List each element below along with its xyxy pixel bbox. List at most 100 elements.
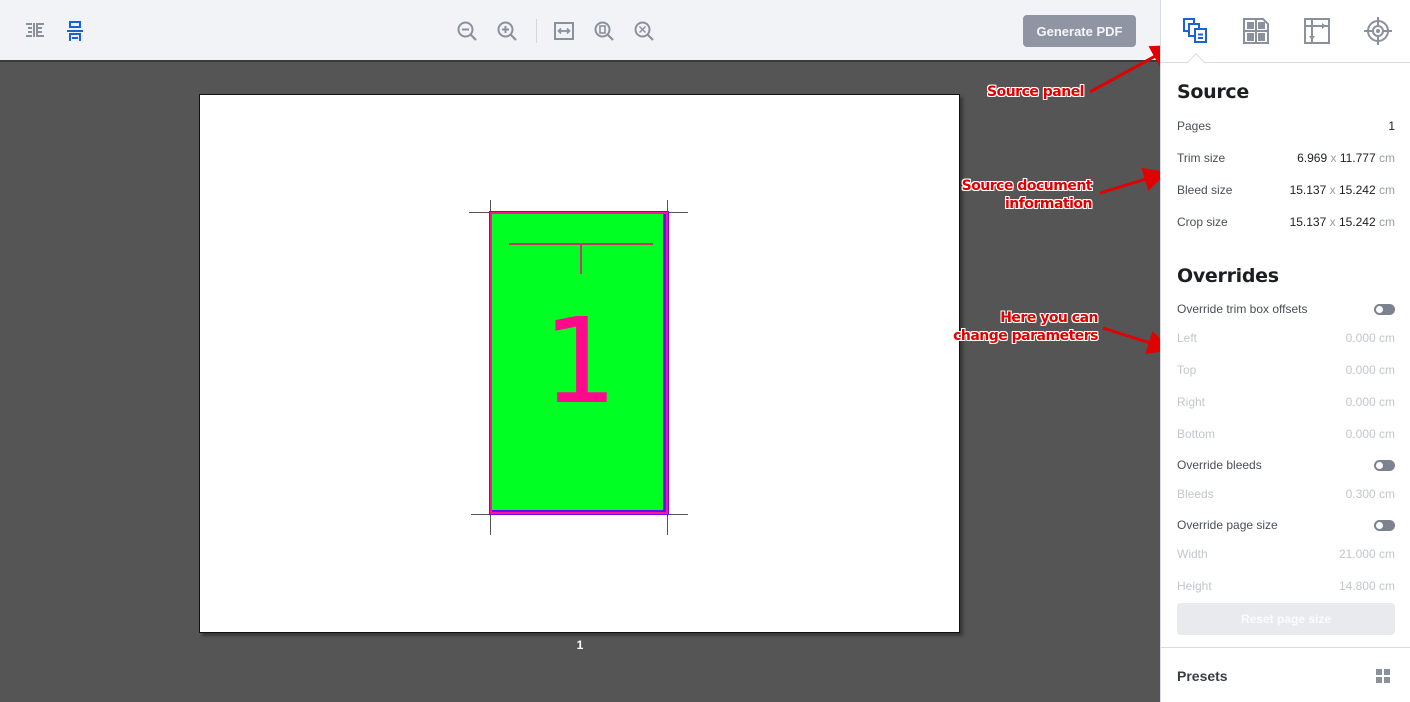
toolbar-divider	[536, 19, 537, 43]
tab-source[interactable]	[1179, 15, 1211, 47]
width-label: Width	[1177, 547, 1208, 561]
top-offset-label: Top	[1177, 363, 1197, 377]
bleed-size-row: Bleed size 15.137 x 15.242 cm	[1177, 180, 1395, 200]
crop-width: 15.137	[1289, 215, 1327, 229]
bleed-width: 15.137	[1289, 183, 1327, 197]
crop-mark	[668, 212, 688, 213]
override-trim-toggle[interactable]	[1374, 303, 1395, 315]
annotation-source-panel: Source panel	[987, 84, 1084, 100]
grid-icon	[1376, 669, 1390, 683]
preview-canvas: 1 1	[0, 62, 1160, 702]
crop-size-value: 15.137 x 15.242 cm	[1290, 215, 1395, 229]
source-page-thumbnail[interactable]: 1	[489, 211, 669, 515]
times-sign: x	[1329, 183, 1336, 197]
crop-mark	[469, 212, 489, 213]
source-pages-icon	[1183, 18, 1207, 43]
annotation-change-params: Here you can change parameters	[953, 310, 1098, 344]
tab-marks[interactable]	[1362, 15, 1394, 47]
bleed-height: 15.242	[1338, 183, 1376, 197]
bleed-size-value: 15.137 x 15.242 cm	[1290, 183, 1395, 197]
top-toolbar: Generate PDF	[0, 0, 1160, 62]
override-bleeds-label: Override bleeds	[1177, 458, 1262, 472]
fit-width-button[interactable]	[552, 19, 576, 43]
top-offset-row: Top 0.000 cm	[1177, 360, 1395, 380]
source-title: Source	[1177, 81, 1249, 103]
pages-row: Pages 1	[1177, 116, 1395, 136]
height-input[interactable]: 14.800 cm	[1339, 579, 1395, 593]
height-label: Height	[1177, 579, 1212, 593]
trim-size-label: Trim size	[1177, 151, 1226, 165]
pages-label: Pages	[1177, 119, 1212, 133]
width-row: Width 21.000 cm	[1177, 544, 1395, 564]
top-offset-input[interactable]: 0.000 cm	[1346, 363, 1395, 377]
crop-mark	[471, 514, 491, 515]
tab-page-size[interactable]	[1301, 15, 1333, 47]
tab-layout[interactable]	[1240, 15, 1272, 47]
reset-page-size-button[interactable]: Reset page size	[1177, 603, 1395, 635]
override-bleeds-row: Override bleeds	[1177, 455, 1395, 475]
bleeds-label: Bleeds	[1177, 487, 1214, 501]
page-content-number: 1	[542, 292, 618, 430]
trim-size-row: Trim size 6.969 x 11.777 cm	[1177, 148, 1395, 168]
times-sign: x	[1329, 215, 1336, 229]
t-mark-stem	[580, 243, 582, 274]
zoom-in-button[interactable]	[495, 19, 519, 43]
sheet-page: 1	[199, 94, 960, 633]
panel-divider	[1161, 647, 1410, 648]
override-trim-label: Override trim box offsets	[1177, 302, 1308, 316]
presets-label: Presets	[1177, 668, 1228, 684]
override-page-size-toggle[interactable]	[1374, 519, 1395, 531]
fit-all-button[interactable]	[632, 19, 656, 43]
override-page-size-row: Override page size	[1177, 515, 1395, 535]
bottom-offset-row: Bottom 0.000 cm	[1177, 424, 1395, 444]
side-by-side-view-icon	[26, 23, 44, 37]
crop-size-label: Crop size	[1177, 215, 1228, 229]
stacked-view-button[interactable]	[63, 19, 87, 43]
zoom-out-icon	[457, 21, 477, 41]
trim-width: 6.969	[1297, 151, 1328, 165]
left-offset-label: Left	[1177, 331, 1198, 345]
crop-size-row: Crop size 15.137 x 15.242 cm	[1177, 212, 1395, 232]
unit: cm	[1379, 215, 1395, 229]
annotation-source-info: Source document information	[961, 178, 1093, 212]
crop-mark	[668, 514, 688, 515]
layout-grid-icon	[1243, 18, 1269, 44]
right-offset-row: Right 0.000 cm	[1177, 392, 1395, 412]
width-input[interactable]: 21.000 cm	[1339, 547, 1395, 561]
bottom-offset-label: Bottom	[1177, 427, 1216, 441]
crop-mark	[490, 515, 491, 535]
pages-value: 1	[1388, 119, 1395, 133]
bottom-offset-input[interactable]: 0.000 cm	[1346, 427, 1395, 441]
zoom-out-button[interactable]	[455, 19, 479, 43]
fit-page-button[interactable]	[592, 19, 616, 43]
page-number-label: 1	[576, 638, 584, 652]
left-offset-input[interactable]: 0.000 cm	[1346, 331, 1395, 345]
height-row: Height 14.800 cm	[1177, 576, 1395, 596]
override-page-size-label: Override page size	[1177, 518, 1278, 532]
active-tab-caret	[1186, 53, 1206, 73]
presets-grid-button[interactable]	[1375, 668, 1391, 684]
generate-pdf-button[interactable]: Generate PDF	[1023, 15, 1136, 47]
trim-size-value: 6.969 x 11.777 cm	[1297, 151, 1395, 165]
fit-all-icon	[634, 21, 654, 41]
panel-tabs	[1161, 0, 1410, 73]
right-panel: Source Pages 1 Trim size 6.969 x 11.777 …	[1160, 0, 1410, 702]
crop-mark	[667, 515, 668, 535]
marks-target-icon	[1364, 17, 1392, 45]
left-offset-row: Left 0.000 cm	[1177, 328, 1395, 348]
fit-width-icon	[554, 22, 574, 40]
crop-height: 15.242	[1338, 215, 1376, 229]
right-offset-input[interactable]: 0.000 cm	[1346, 395, 1395, 409]
side-by-side-view-button[interactable]	[23, 19, 47, 43]
override-bleeds-toggle[interactable]	[1374, 459, 1395, 471]
bleeds-input[interactable]: 0.300 cm	[1346, 487, 1395, 501]
override-trim-row: Override trim box offsets	[1177, 299, 1395, 319]
bleeds-row: Bleeds 0.300 cm	[1177, 484, 1395, 504]
stacked-view-icon	[67, 21, 83, 41]
times-sign: x	[1330, 151, 1337, 165]
trim-height: 11.777	[1339, 151, 1376, 165]
overrides-title: Overrides	[1177, 265, 1279, 287]
right-offset-label: Right	[1177, 395, 1206, 409]
page-dimensions-icon	[1304, 18, 1330, 44]
bleed-size-label: Bleed size	[1177, 183, 1233, 197]
